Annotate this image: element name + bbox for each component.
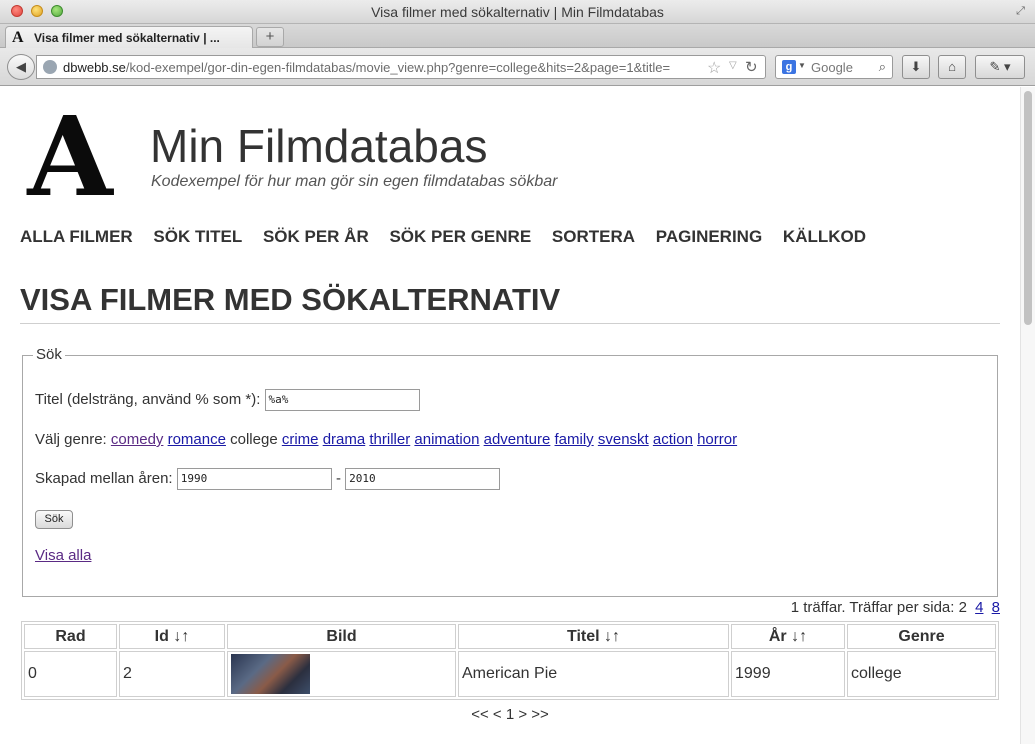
history-dropdown-icon[interactable]: ▽ bbox=[729, 60, 737, 71]
page-content: A Min Filmdatabas Kodexempel för hur man… bbox=[0, 87, 1020, 744]
genre-link-adventure[interactable]: adventure bbox=[484, 431, 551, 448]
page-title: VISA FILMER MED SÖKALTERNATIV bbox=[20, 282, 561, 317]
column-header-ar[interactable]: År ↓↑ bbox=[731, 624, 845, 649]
nav-item-sok-titel[interactable]: SÖK TITEL bbox=[153, 227, 242, 246]
hits-text: 1 träffar. Träffar per sida: 2 bbox=[790, 599, 967, 616]
genre-link-family[interactable]: family bbox=[555, 431, 594, 448]
google-icon[interactable]: g bbox=[782, 60, 796, 74]
title-row: Titel (delsträng, använd % som *): %a% bbox=[35, 389, 420, 411]
genre-link-svenskt[interactable]: svenskt bbox=[598, 431, 649, 448]
back-button[interactable]: ◀ bbox=[7, 54, 35, 80]
column-header-id[interactable]: Id ↓↑ bbox=[119, 624, 225, 649]
nav-item-kallkod[interactable]: KÄLLKOD bbox=[783, 227, 866, 246]
table-header-row: Rad Id ↓↑ Bild Titel ↓↑ År ↓↑ Genre bbox=[24, 624, 996, 649]
genre-current-college: college bbox=[230, 431, 278, 448]
cell-id: 2 bbox=[119, 651, 225, 697]
movie-thumbnail bbox=[231, 654, 310, 694]
cell-bild bbox=[227, 651, 456, 697]
table-row: 0 2 American Pie 1999 college bbox=[24, 651, 996, 697]
genre-link-romance[interactable]: romance bbox=[168, 431, 226, 448]
tab-label: Visa filmer med sökalternativ | ... bbox=[34, 31, 220, 45]
vertical-scrollbar[interactable] bbox=[1020, 87, 1035, 744]
hits-per-page-4[interactable]: 4 bbox=[975, 599, 983, 616]
column-header-bild: Bild bbox=[227, 624, 456, 649]
search-fieldset: Sök Titel (delsträng, använd % som *): %… bbox=[22, 346, 998, 597]
favicon-icon: A bbox=[12, 29, 24, 46]
nav-item-alla-filmer[interactable]: ALLA FILMER bbox=[20, 227, 133, 246]
browser-toolbar: ◀ dbwebb.se/kod-exempel/gor-din-egen-fil… bbox=[0, 48, 1035, 86]
globe-icon bbox=[43, 60, 57, 74]
title-input[interactable]: %a% bbox=[264, 389, 420, 411]
nav-item-sok-per-ar[interactable]: SÖK PER ÅR bbox=[263, 227, 369, 246]
hits-info: 1 träffar. Träffar per sida: 2 4 8 bbox=[791, 599, 1000, 616]
heading-divider bbox=[20, 323, 1000, 324]
column-header-genre: Genre bbox=[847, 624, 996, 649]
column-header-titel[interactable]: Titel ↓↑ bbox=[458, 624, 729, 649]
cell-genre: college bbox=[847, 651, 996, 697]
year-label: Skapad mellan åren: bbox=[35, 469, 173, 487]
search-submit-button[interactable]: Sök bbox=[35, 510, 73, 529]
url-text[interactable]: dbwebb.se/kod-exempel/gor-din-egen-filmd… bbox=[63, 60, 703, 75]
downloads-button[interactable]: ⬇ bbox=[902, 55, 930, 79]
home-button[interactable]: ⌂ bbox=[938, 55, 966, 79]
year-separator: - bbox=[335, 469, 341, 487]
address-bar[interactable]: dbwebb.se/kod-exempel/gor-din-egen-filmd… bbox=[36, 55, 766, 79]
column-header-rad: Rad bbox=[24, 624, 117, 649]
fullscreen-icon[interactable]: ⤢ bbox=[1014, 5, 1027, 18]
year-from-input[interactable]: 1990 bbox=[176, 468, 332, 490]
year-row: Skapad mellan åren: 1990 - 2010 bbox=[35, 468, 501, 490]
genre-link-comedy[interactable]: comedy bbox=[111, 431, 164, 448]
genre-row: Välj genre: comedy romance college crime… bbox=[35, 431, 737, 448]
pagination[interactable]: << < 1 > >> bbox=[0, 706, 1020, 723]
genre-link-thriller[interactable]: thriller bbox=[369, 431, 410, 448]
genre-link-drama[interactable]: drama bbox=[323, 431, 366, 448]
site-logo[interactable]: A bbox=[24, 102, 116, 212]
chevron-down-icon[interactable]: ▼ bbox=[798, 61, 806, 70]
search-placeholder: Google bbox=[811, 60, 853, 75]
nav-item-sok-per-genre[interactable]: SÖK PER GENRE bbox=[389, 227, 531, 246]
search-icon[interactable]: ⌕ bbox=[879, 59, 886, 75]
new-tab-button[interactable]: + bbox=[256, 27, 284, 47]
bookmark-star-icon[interactable]: ☆ bbox=[707, 58, 721, 78]
site-title: Min Filmdatabas bbox=[150, 120, 488, 172]
nav-item-sortera[interactable]: SORTERA bbox=[552, 227, 635, 246]
developer-tools-button[interactable]: ✎ ▾ bbox=[975, 55, 1025, 79]
show-all-row: Visa alla bbox=[35, 547, 91, 564]
fieldset-legend: Sök bbox=[33, 346, 65, 363]
nav-item-paginering[interactable]: PAGINERING bbox=[656, 227, 762, 246]
cell-rad: 0 bbox=[24, 651, 117, 697]
genre-link-horror[interactable]: horror bbox=[697, 431, 737, 448]
results-table: Rad Id ↓↑ Bild Titel ↓↑ År ↓↑ Genre 0 2 … bbox=[21, 621, 999, 700]
show-all-link[interactable]: Visa alla bbox=[35, 547, 91, 564]
window-title: Visa filmer med sökalternativ | Min Film… bbox=[371, 4, 664, 20]
reload-icon[interactable]: ↻ bbox=[745, 58, 758, 76]
search-bar[interactable]: g ▼ Google ⌕ bbox=[775, 55, 893, 79]
browser-tab-active[interactable]: A Visa filmer med sökalternativ | ... bbox=[5, 26, 253, 48]
genre-link-animation[interactable]: animation bbox=[414, 431, 479, 448]
year-to-input[interactable]: 2010 bbox=[345, 468, 501, 490]
cell-ar: 1999 bbox=[731, 651, 845, 697]
scrollbar-thumb[interactable] bbox=[1024, 91, 1032, 325]
genre-label: Välj genre: bbox=[35, 431, 107, 448]
window-titlebar: Visa filmer med sökalternativ | Min Film… bbox=[0, 0, 1035, 24]
main-navigation: ALLA FILMER SÖK TITEL SÖK PER ÅR SÖK PER… bbox=[20, 227, 882, 247]
genre-link-crime[interactable]: crime bbox=[282, 431, 319, 448]
cell-titel: American Pie bbox=[458, 651, 729, 697]
site-slogan: Kodexempel för hur man gör sin egen film… bbox=[151, 173, 558, 190]
tab-bar: A Visa filmer med sökalternativ | ... + bbox=[0, 24, 1035, 48]
hits-per-page-8[interactable]: 8 bbox=[992, 599, 1000, 616]
genre-link-action[interactable]: action bbox=[653, 431, 693, 448]
title-label: Titel (delsträng, använd % som *): bbox=[35, 390, 261, 408]
